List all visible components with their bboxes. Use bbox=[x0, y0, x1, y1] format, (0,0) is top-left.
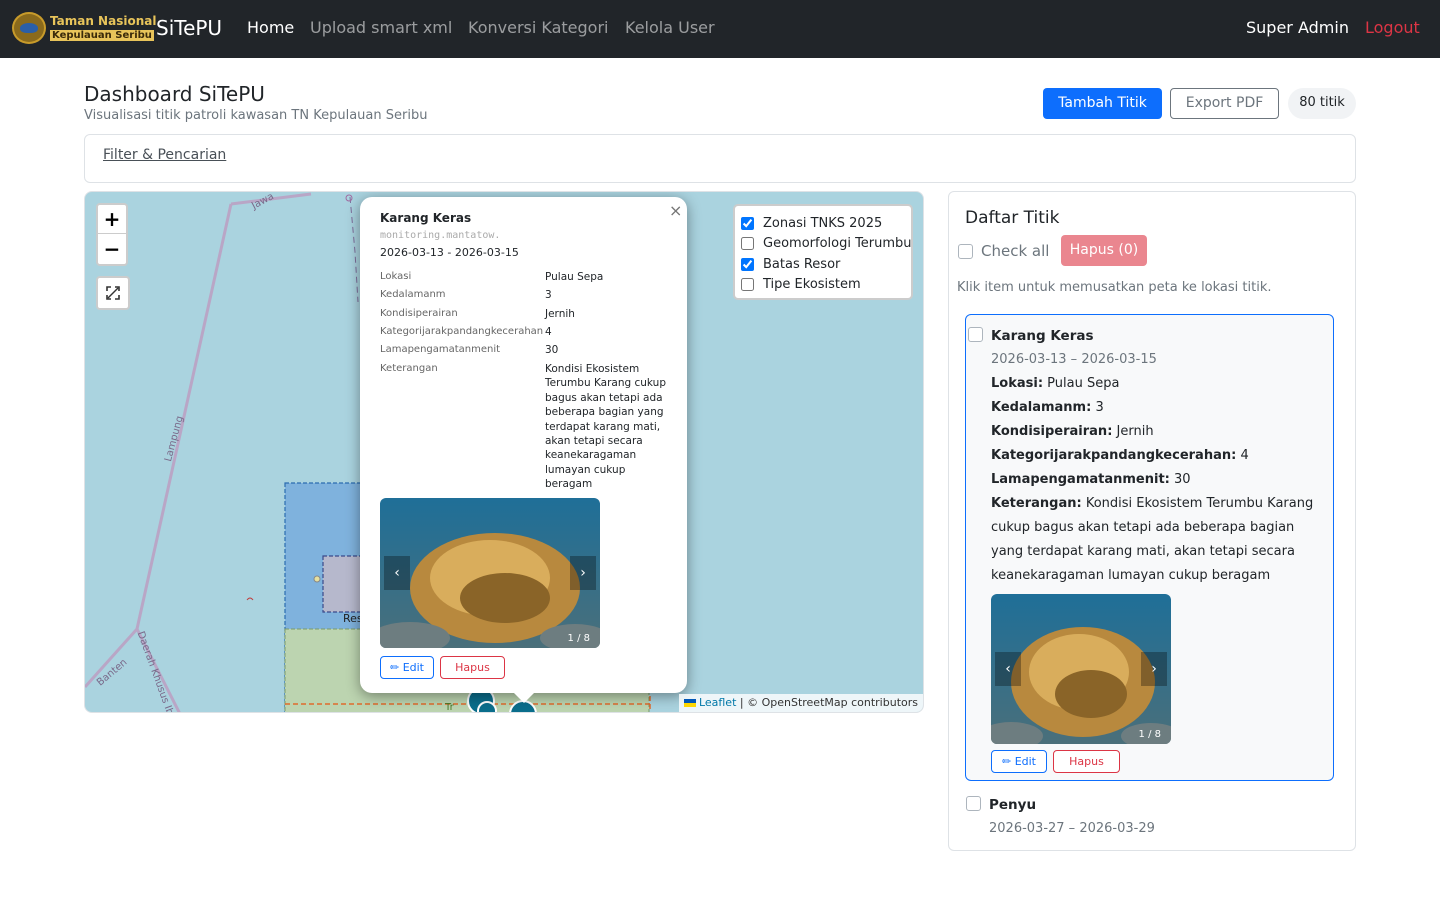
item-photo-next-button[interactable]: › bbox=[1141, 652, 1167, 686]
zoom-out-button[interactable]: − bbox=[98, 235, 126, 264]
layer-geomorfologi[interactable]: Geomorfologi Terumbu bbox=[741, 233, 912, 253]
brand-title[interactable]: SiTePU bbox=[156, 16, 222, 40]
map-label-tri: Tr bbox=[445, 702, 454, 713]
popup-title: Karang Keras bbox=[380, 211, 472, 225]
popup-code: monitoring.mantatow. bbox=[380, 230, 501, 241]
item-field-kondisi: Kondisiperairan: Jernih bbox=[991, 424, 1154, 439]
coral-photo-image bbox=[380, 498, 600, 648]
item-date: 2026-03-13 – 2026-03-15 bbox=[991, 352, 1157, 367]
popup-key-keterangan: Keterangan bbox=[380, 363, 438, 374]
popup-key-kondisi: Kondisiperairan bbox=[380, 308, 458, 319]
popup-delete-button[interactable]: Hapus bbox=[440, 656, 505, 679]
popup-key-kategori: Kategorijarakpandangkecerahan bbox=[380, 326, 544, 337]
panel-hint: Klik item untuk memusatkan peta ke lokas… bbox=[957, 280, 1272, 295]
popup-photo-next-button[interactable]: › bbox=[570, 556, 596, 590]
popup-date: 2026-03-13 - 2026-03-15 bbox=[380, 246, 519, 259]
popup-val-kategori: 4 bbox=[545, 326, 552, 338]
map-container[interactable]: Jawa Lampung Banten Daerah Khusus Ibu Re… bbox=[84, 191, 924, 713]
panel-title: Daftar Titik bbox=[965, 208, 1060, 228]
check-all-label[interactable]: Check all bbox=[981, 242, 1049, 260]
popup-val-lama: 30 bbox=[545, 344, 559, 356]
point-list-panel: Daftar Titik Check all Hapus (0) Klik it… bbox=[948, 191, 1356, 851]
delete-selected-button[interactable]: Hapus (0) bbox=[1061, 235, 1147, 266]
item-field-lama: Lamapengamatanmenit: 30 bbox=[991, 472, 1191, 487]
item-photo-prev-button[interactable]: ‹ bbox=[995, 652, 1021, 686]
check-all-checkbox[interactable] bbox=[958, 244, 973, 259]
zoom-in-button[interactable]: + bbox=[98, 205, 126, 234]
logo-text-line2: Kepulauan Seribu bbox=[50, 30, 154, 41]
nav-konversi-kategori[interactable]: Konversi Kategori bbox=[468, 18, 608, 37]
point-count-badge: 80 titik bbox=[1288, 88, 1356, 119]
item-delete-button[interactable]: Hapus bbox=[1053, 750, 1120, 773]
layer-geomorfologi-label: Geomorfologi Terumbu bbox=[763, 235, 912, 251]
list-item[interactable]: Karang Keras 2026-03-13 – 2026-03-15 Lok… bbox=[965, 314, 1334, 781]
popup-key-lama: Lamapengamatanmenit bbox=[380, 344, 501, 355]
popup-edit-button[interactable]: ✏ Edit bbox=[380, 656, 434, 679]
layer-zonasi-label: Zonasi TNKS 2025 bbox=[763, 215, 883, 231]
item-field-keterangan: Keterangan: Kondisi Ekosistem Terumbu Ka… bbox=[991, 496, 1314, 583]
page-title: Dashboard SiTePU bbox=[84, 82, 265, 106]
popup-key-lokasi: Lokasi bbox=[380, 271, 412, 282]
filter-toggle-link[interactable]: Filter & Pencarian bbox=[103, 147, 226, 163]
park-emblem-icon bbox=[12, 12, 46, 44]
popup-close-button[interactable]: × bbox=[669, 201, 682, 220]
expand-icon bbox=[106, 286, 120, 300]
layer-zonasi-checkbox[interactable] bbox=[741, 216, 754, 230]
nav-upload-smart-xml[interactable]: Upload smart xml bbox=[310, 18, 452, 37]
popup-val-keterangan: Kondisi Ekosistem Terumbu Karang cukup b… bbox=[545, 363, 666, 491]
layer-zonasi-tnks[interactable]: Zonasi TNKS 2025 bbox=[741, 213, 882, 233]
export-pdf-button[interactable]: Export PDF bbox=[1170, 88, 1279, 119]
top-navbar: Taman Nasional Kepulauan Seribu SiTePU H… bbox=[0, 0, 1440, 58]
popup-val-lokasi: Pulau Sepa bbox=[545, 271, 604, 283]
item-field-lokasi: Lokasi: Pulau Sepa bbox=[991, 376, 1120, 391]
filter-card: Filter & Pencarian bbox=[84, 134, 1356, 183]
fullscreen-button[interactable] bbox=[96, 276, 130, 310]
item-checkbox[interactable] bbox=[968, 327, 983, 342]
brand-logo[interactable]: Taman Nasional Kepulauan Seribu bbox=[12, 12, 156, 44]
map-attribution: Leaflet | © OpenStreetMap contributors bbox=[678, 694, 923, 712]
layer-batas-resor[interactable]: Batas Resor bbox=[741, 254, 840, 274]
nav-home[interactable]: Home bbox=[247, 18, 294, 37]
ukraine-flag-icon bbox=[683, 699, 696, 707]
nav-kelola-user[interactable]: Kelola User bbox=[625, 18, 715, 37]
page-subtitle: Visualisasi titik patroli kawasan TN Kep… bbox=[84, 108, 428, 123]
item-photo-counter: 1 / 8 bbox=[1138, 729, 1161, 740]
item-date: 2026-03-27 – 2026-03-29 bbox=[989, 821, 1155, 836]
logo-text-line1: Taman Nasional bbox=[50, 14, 157, 28]
layer-tipe-ekosistem[interactable]: Tipe Ekosistem bbox=[741, 274, 861, 294]
item-edit-button[interactable]: ✏ Edit bbox=[991, 750, 1047, 773]
popup-coral-photo[interactable]: ‹ › 1 / 8 bbox=[380, 498, 600, 648]
map-popup: × Karang Keras monitoring.mantatow. 2026… bbox=[360, 197, 687, 703]
logout-link[interactable]: Logout bbox=[1365, 18, 1420, 37]
popup-tip bbox=[514, 693, 534, 703]
popup-photo-counter: 1 / 8 bbox=[567, 633, 590, 644]
popup-key-kedalaman: Kedalamanm bbox=[380, 289, 446, 300]
popup-photo-prev-button[interactable]: ‹ bbox=[384, 556, 410, 590]
current-user: Super Admin bbox=[1246, 18, 1349, 37]
zoom-control: + − bbox=[96, 203, 128, 266]
item-checkbox[interactable] bbox=[966, 796, 981, 811]
item-field-kedalaman: Kedalamanm: 3 bbox=[991, 400, 1104, 415]
item-title[interactable]: Penyu bbox=[989, 797, 1036, 813]
attribution-text: | © OpenStreetMap contributors bbox=[736, 696, 918, 709]
layer-tipe-ekosistem-checkbox[interactable] bbox=[741, 277, 754, 291]
layer-batas-resor-checkbox[interactable] bbox=[741, 257, 754, 271]
add-point-button[interactable]: Tambah Titik bbox=[1043, 88, 1162, 119]
item-field-kategori: Kategorijarakpandangkecerahan: 4 bbox=[991, 448, 1249, 463]
popup-val-kedalaman: 3 bbox=[545, 289, 552, 301]
item-title: Karang Keras bbox=[991, 328, 1094, 344]
layer-control: Zonasi TNKS 2025 Geomorfologi Terumbu Ba… bbox=[733, 204, 913, 300]
layer-batas-resor-label: Batas Resor bbox=[763, 256, 841, 272]
leaflet-link[interactable]: Leaflet bbox=[699, 696, 736, 709]
popup-val-kondisi: Jernih bbox=[545, 308, 575, 320]
layer-tipe-ekosistem-label: Tipe Ekosistem bbox=[763, 276, 861, 292]
layer-geomorfologi-checkbox[interactable] bbox=[741, 236, 754, 250]
item-coral-photo[interactable]: ‹ › 1 / 8 bbox=[991, 594, 1171, 744]
